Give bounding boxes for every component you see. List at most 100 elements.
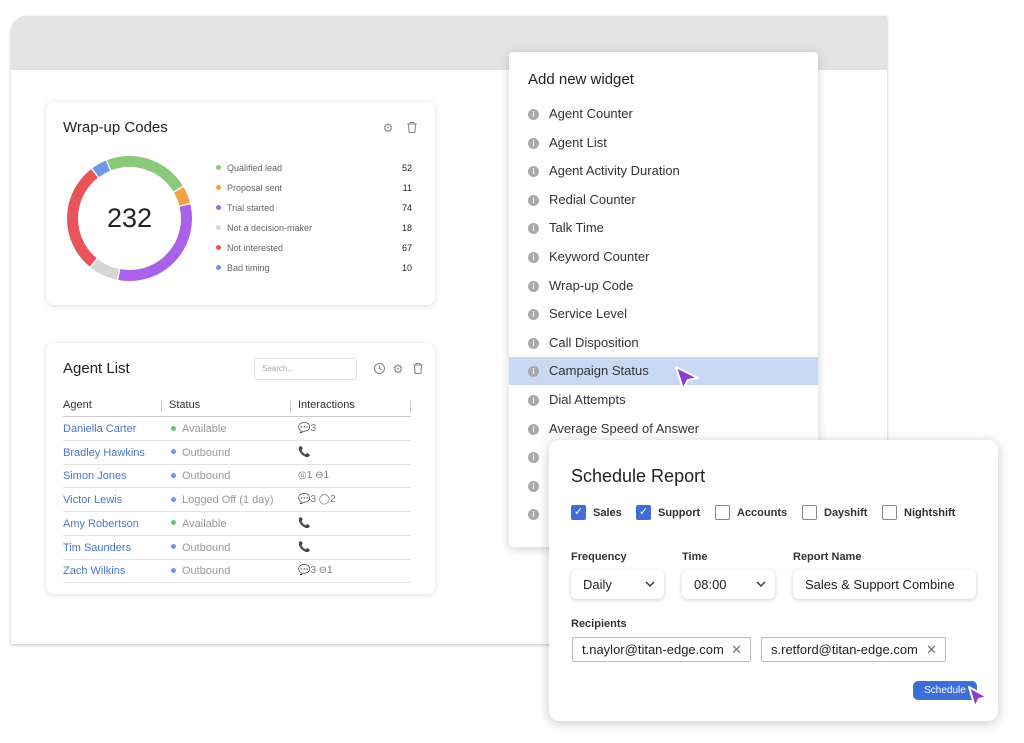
agent-name-link[interactable]: Zach Wilkins	[63, 564, 125, 578]
recipients-label: Recipients	[571, 618, 627, 630]
report-checkbox[interactable]: Nightshift	[882, 504, 955, 521]
checkbox-checked-icon[interactable]: ✓	[636, 504, 651, 520]
frequency-select[interactable]: Daily	[571, 570, 664, 599]
search-input[interactable]: Search...	[254, 358, 357, 380]
wrapup-codes-widget: Wrap-up Codes ⚙ 232 Qualified lead 52 Prop…	[46, 102, 435, 305]
status-dot	[171, 567, 176, 573]
table-row[interactable]: Victor Lewis Logged Off (1 day) 💬3 ◯2	[63, 488, 411, 513]
widget-option[interactable]: i Agent List	[509, 129, 818, 157]
legend-dot	[216, 185, 221, 191]
recipient-email: s.retford@titan-edge.com	[771, 642, 918, 657]
status-cell: Logged Off (1 day)	[171, 493, 274, 507]
info-icon: i	[528, 309, 539, 321]
widget-option[interactable]: i Agent Counter	[509, 100, 818, 128]
checkbox-empty-icon[interactable]	[715, 504, 730, 520]
recipient-chip[interactable]: t.naylor@titan-edge.com ✕	[572, 637, 751, 662]
agent-name-link[interactable]: Victor Lewis	[63, 493, 122, 507]
widget-option[interactable]: i Dial Attempts	[509, 386, 818, 414]
widget-option[interactable]: i Agent Activity Duration	[509, 157, 818, 185]
frequency-label: Frequency	[571, 551, 627, 563]
info-icon: i	[528, 452, 539, 464]
report-checkbox[interactable]: ✓ Support	[636, 504, 700, 521]
legend-dot	[216, 265, 221, 271]
agent-name-link[interactable]: Daniella Carter	[63, 422, 136, 436]
mouse-cursor-icon	[675, 366, 699, 390]
info-icon: i	[528, 366, 539, 378]
widget-option[interactable]: i Keyword Counter	[509, 243, 818, 271]
report-checkbox[interactable]: Accounts	[715, 504, 787, 521]
info-icon: i	[528, 480, 539, 492]
status-cell: Available	[171, 517, 226, 531]
agent-name-link[interactable]: Bradley Hawkins	[63, 446, 145, 460]
interactions-cell: 💬3	[298, 423, 317, 434]
checkbox-checked-icon[interactable]: ✓	[571, 504, 586, 520]
checkbox-empty-icon[interactable]	[802, 504, 817, 520]
table-row[interactable]: Daniella Carter Available 💬3	[63, 417, 411, 441]
gear-icon[interactable]: ⚙	[381, 121, 395, 135]
status-text: Available	[182, 423, 227, 435]
report-checkbox[interactable]: ✓ Sales	[571, 504, 622, 521]
status-dot	[171, 449, 176, 455]
gear-icon[interactable]: ⚙	[391, 362, 405, 376]
report-name-input[interactable]: Sales & Support Combine	[793, 570, 976, 599]
status-text: Logged Off (1 day)	[182, 494, 274, 507]
agent-name-link[interactable]: Amy Robertson	[63, 517, 139, 531]
widget-option[interactable]: i Campaign Status	[509, 357, 818, 386]
agent-name-link[interactable]: Simon Jones	[63, 469, 127, 483]
chevron-down-icon	[756, 570, 766, 599]
chevron-down-icon	[645, 570, 655, 599]
legend-value: 11	[402, 183, 412, 193]
history-icon[interactable]	[372, 362, 386, 376]
column-header-agent: Agent	[63, 399, 92, 411]
table-row[interactable]: Tim Saunders Outbound 📞	[63, 536, 411, 560]
table-row[interactable]: Zach Wilkins Outbound 💬3 ⊖1	[63, 559, 411, 584]
interactions-cell: 💬3 ⊖1	[298, 565, 333, 577]
agent-name-link[interactable]: Tim Saunders	[63, 541, 131, 555]
legend-label: Not interested	[227, 243, 284, 253]
status-cell: Available	[171, 422, 226, 436]
legend-dot	[216, 245, 221, 251]
report-checkbox[interactable]: Dayshift	[802, 504, 867, 521]
close-icon[interactable]: ✕	[926, 638, 937, 661]
legend-value: 67	[401, 243, 412, 253]
widget-option[interactable]: i Service Level	[509, 300, 818, 328]
report-name-label: Report Name	[793, 551, 862, 563]
info-icon: i	[528, 137, 539, 149]
legend-value: 10	[401, 263, 412, 273]
widget-option[interactable]: i Redial Counter	[509, 186, 818, 214]
recipient-chip[interactable]: s.retford@titan-edge.com ✕	[761, 637, 946, 662]
widget-option[interactable]: i Call Disposition	[509, 329, 818, 357]
checkbox-empty-icon[interactable]	[882, 504, 897, 520]
recipient-email: t.naylor@titan-edge.com	[582, 642, 724, 657]
trash-icon[interactable]	[411, 362, 425, 376]
status-cell: Outbound	[171, 446, 230, 460]
status-cell: Outbound	[171, 541, 230, 555]
table-row[interactable]: Amy Robertson Available 📞	[63, 512, 411, 536]
info-icon: i	[528, 509, 539, 521]
info-icon: i	[528, 109, 539, 120]
table-row[interactable]: Bradley Hawkins Outbound 📞	[63, 441, 411, 465]
interactions-cell: 💬3 ◯2	[298, 494, 336, 506]
add-widget-title: Add new widget	[528, 71, 634, 88]
time-select[interactable]: 08:00	[682, 570, 775, 599]
status-cell: Outbound	[171, 469, 230, 483]
time-label: Time	[682, 551, 708, 563]
table-row[interactable]: Simon Jones Outbound ◎1 ⊖1	[63, 464, 411, 489]
agent-list-widget: Agent List Search... ⚙ Agent Status Inte…	[46, 343, 435, 594]
interactions-cell: 📞	[298, 541, 311, 553]
column-header-status: Status	[169, 399, 201, 411]
widget-option-label: Service Level	[549, 306, 628, 322]
legend-label: Qualified lead	[227, 163, 283, 173]
legend-label: Not a decision-maker	[227, 223, 313, 233]
column-divider	[290, 400, 291, 412]
info-icon: i	[528, 337, 539, 349]
widget-option-label: Redial Counter	[549, 191, 636, 207]
widget-option[interactable]: i Average Speed of Answer	[509, 415, 818, 443]
close-icon[interactable]: ✕	[731, 638, 742, 661]
widget-option-label: Average Speed of Answer	[549, 420, 700, 436]
trash-icon[interactable]	[405, 121, 419, 135]
interactions-cell: ◎1 ⊖1	[298, 470, 330, 482]
widget-option[interactable]: i Talk Time	[509, 214, 818, 242]
status-dot	[171, 520, 176, 526]
widget-option[interactable]: i Wrap-up Code	[509, 272, 818, 300]
